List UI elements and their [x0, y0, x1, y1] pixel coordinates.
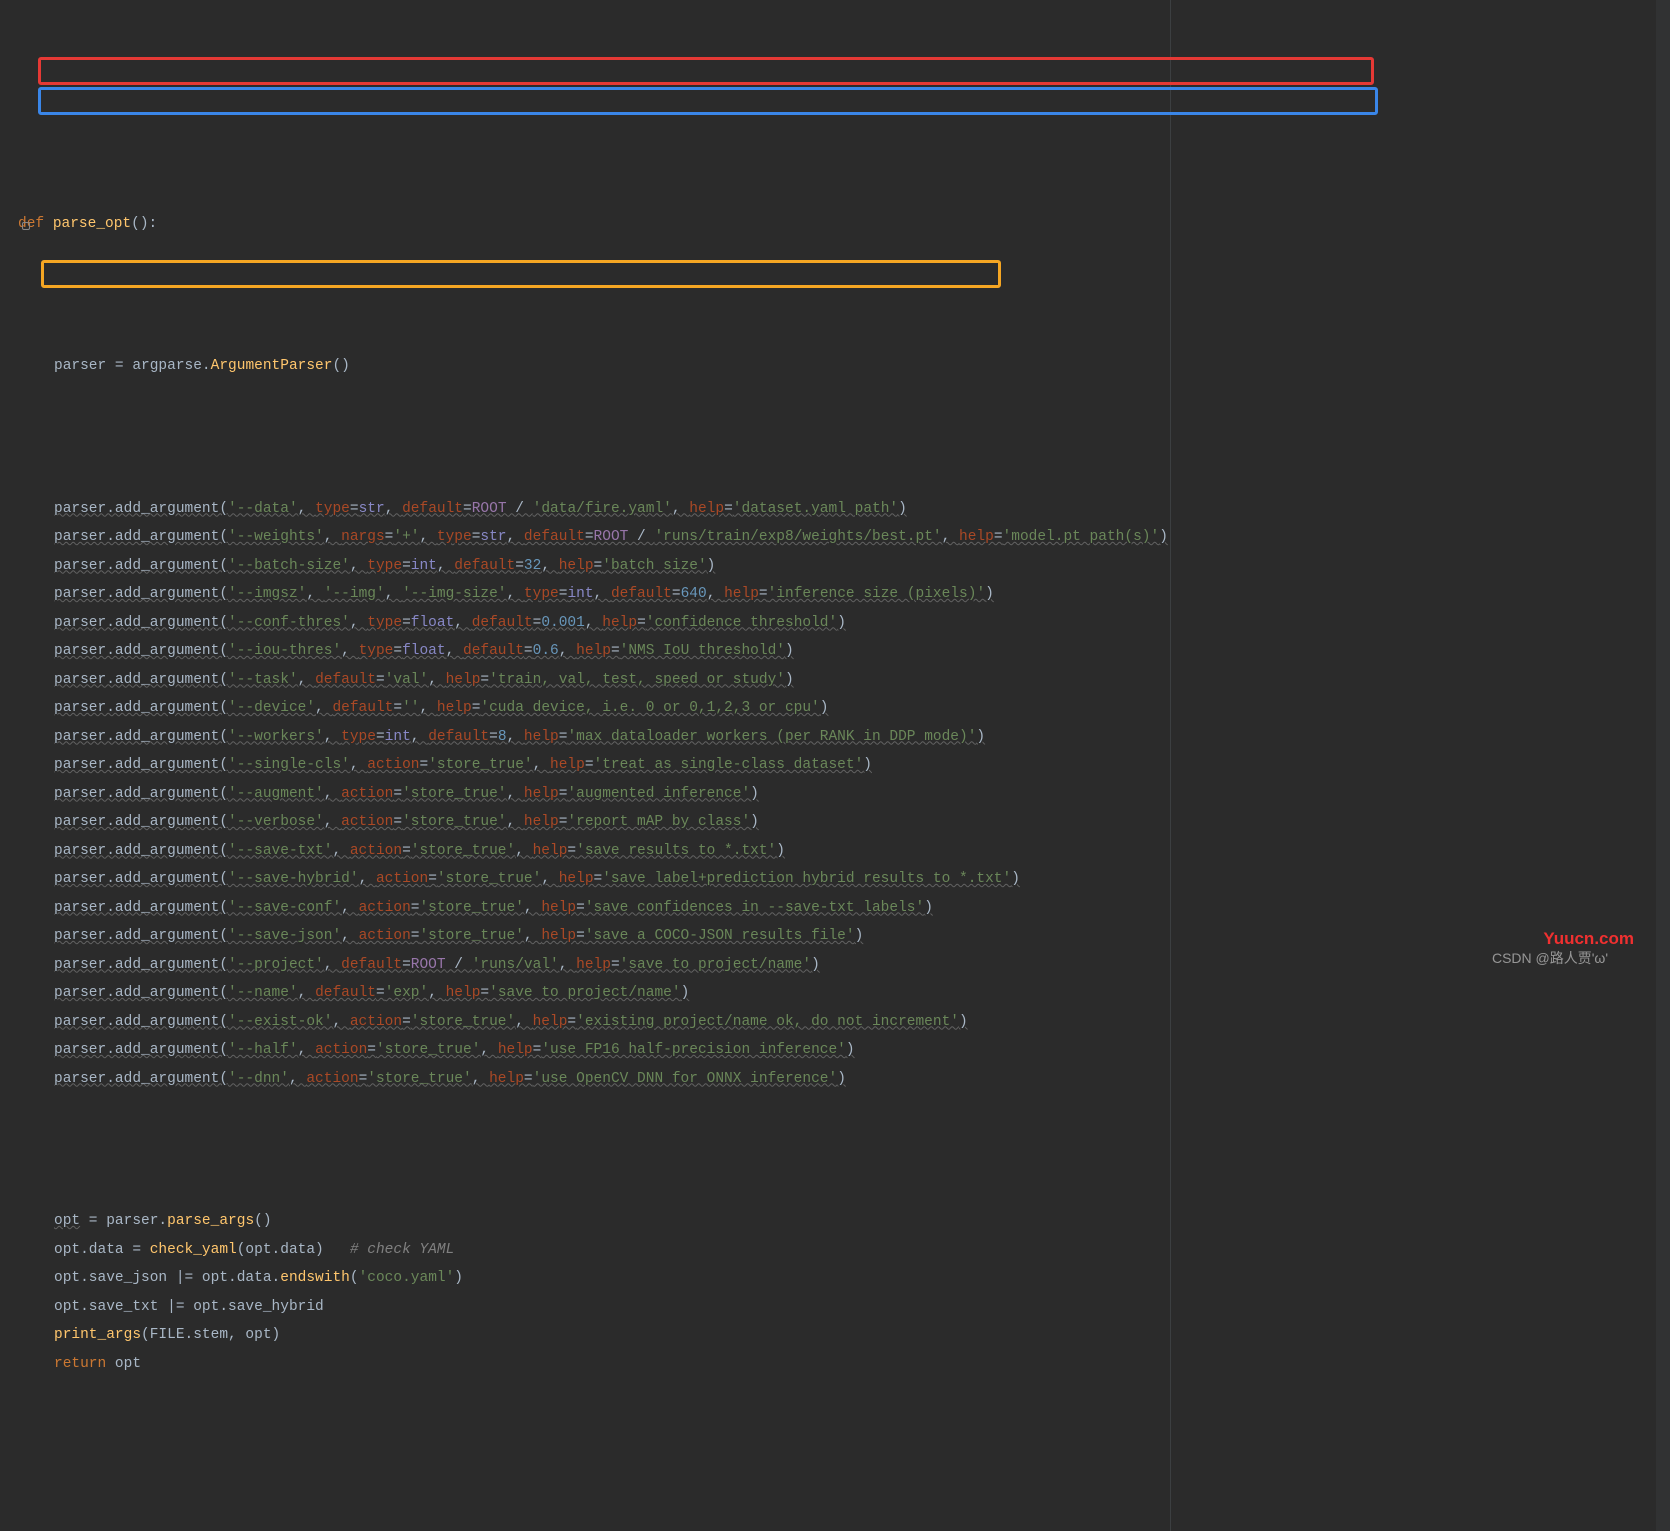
code-editor[interactable]: def parse_opt(): parser = argparse.Argum… — [0, 0, 1670, 1531]
code-line-add-argument: parser.add_argument('--device', default=… — [18, 694, 1670, 723]
code-line: opt.data = check_yaml(opt.data) # check … — [18, 1236, 1670, 1265]
code-line-add-argument: parser.add_argument('--augment', action=… — [18, 780, 1670, 809]
code-line-add-argument: parser.add_argument('--save-hybrid', act… — [18, 865, 1670, 894]
code-line-add-argument: parser.add_argument('--name', default='e… — [18, 979, 1670, 1008]
code-line: return opt — [18, 1350, 1670, 1379]
highlight-red — [38, 57, 1374, 85]
code-line-add-argument: parser.add_argument('--conf-thres', type… — [18, 609, 1670, 638]
code-line-add-argument: parser.add_argument('--save-json', actio… — [18, 922, 1670, 951]
code-line-add-argument: parser.add_argument('--iou-thres', type=… — [18, 637, 1670, 666]
code-line-add-argument: parser.add_argument('--single-cls', acti… — [18, 751, 1670, 780]
gutter-fold-icon[interactable] — [22, 222, 30, 230]
code-line: print_args(FILE.stem, opt) — [18, 1321, 1670, 1350]
code-line: opt.save_txt |= opt.save_hybrid — [18, 1293, 1670, 1322]
code-line-add-argument: parser.add_argument('--dnn', action='sto… — [18, 1065, 1670, 1094]
code-line-add-argument: parser.add_argument('--exist-ok', action… — [18, 1008, 1670, 1037]
code-line: opt.save_json |= opt.data.endswith('coco… — [18, 1264, 1670, 1293]
highlight-blue — [38, 87, 1378, 115]
code-line-add-argument: parser.add_argument('--save-conf', actio… — [18, 894, 1670, 923]
code-line-add-argument: parser.add_argument('--verbose', action=… — [18, 808, 1670, 837]
code-line-parser-init: parser = argparse.ArgumentParser() — [18, 352, 1670, 381]
code-line-add-argument: parser.add_argument('--batch-size', type… — [18, 552, 1670, 581]
code-line-add-argument: parser.add_argument('--imgsz', '--img', … — [18, 580, 1670, 609]
code-line-def: def parse_opt(): — [18, 210, 1670, 239]
code-line-add-argument: parser.add_argument('--half', action='st… — [18, 1036, 1670, 1065]
highlight-orange — [41, 260, 1001, 288]
code-line: opt = parser.parse_args() — [18, 1207, 1670, 1236]
code-line-add-argument: parser.add_argument('--data', type=str, … — [18, 495, 1670, 524]
code-line-add-argument: parser.add_argument('--workers', type=in… — [18, 723, 1670, 752]
code-line-add-argument: parser.add_argument('--weights', nargs='… — [18, 523, 1670, 552]
code-line-add-argument: parser.add_argument('--task', default='v… — [18, 666, 1670, 695]
watermark-csdn: CSDN @路人贾'ω' — [1492, 944, 1608, 973]
code-line-add-argument: parser.add_argument('--save-txt', action… — [18, 837, 1670, 866]
